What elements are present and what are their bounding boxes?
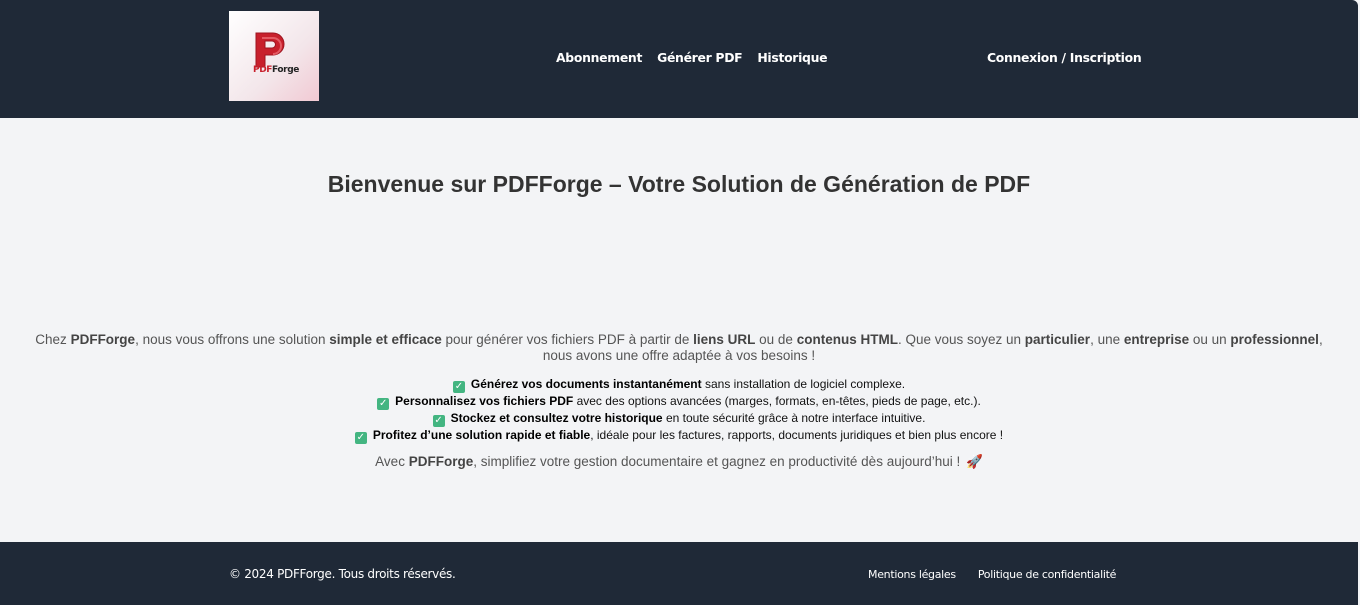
logo-wordmark: PDFForge: [253, 65, 299, 75]
feature-title: Stockez et consultez votre historique: [450, 411, 663, 425]
feature-text: en toute sécurité grâce à notre interfac…: [662, 411, 926, 425]
intro-paragraph: Chez PDFForge, nous vous offrons une sol…: [30, 332, 1328, 364]
feature-title: Générez vos documents instantanément: [470, 377, 702, 391]
copyright-text: © 2024 PDFForge. Tous droits réservés.: [229, 567, 456, 581]
footer-link-mentions-legales[interactable]: Mentions légales: [868, 568, 956, 581]
intro-text: . Que vous soyez un: [897, 332, 1025, 347]
intro-text: , une: [1090, 332, 1124, 347]
feature-list: ✓ Générez vos documents instantanément sa…: [0, 376, 1358, 444]
feature-text: , idéale pour les factures, rapports, do…: [590, 428, 1004, 442]
feature-item: ✓ Personnalisez vos fichiers PDF avec des…: [0, 393, 1358, 410]
rocket-icon: 🚀: [966, 454, 983, 469]
intro-text: ou un: [1189, 332, 1231, 347]
nav-item-generer-pdf[interactable]: Générer PDF: [657, 50, 743, 65]
check-mark-icon: ✓: [432, 415, 445, 427]
main-nav: Abonnement Générer PDF Historique: [556, 50, 828, 65]
closing-text: , simplifiez votre gestion documentaire …: [473, 454, 964, 469]
check-mark-icon: ✓: [354, 432, 367, 444]
feature-item: ✓ Générez vos documents instantanément sa…: [0, 376, 1358, 393]
closing-paragraph: Avec PDFForge, simplifiez votre gestion …: [0, 454, 1358, 470]
site-footer: © 2024 PDFForge. Tous droits réservés. M…: [0, 542, 1358, 605]
site-logo[interactable]: PDFForge: [229, 11, 319, 101]
check-mark-icon: ✓: [377, 398, 390, 410]
login-register-link[interactable]: Connexion / Inscription: [987, 50, 1142, 65]
intro-text: , nous vous offrons une solution: [135, 332, 330, 347]
logo-text-forge: Forge: [272, 65, 299, 75]
check-mark-icon: ✓: [452, 381, 465, 393]
intro-text: pour générer vos fichiers PDF à partir d…: [441, 332, 694, 347]
nav-item-historique[interactable]: Historique: [757, 50, 827, 65]
nav-item-abonnement[interactable]: Abonnement: [556, 50, 642, 65]
intro-emphasis: simple et efficace: [329, 332, 442, 347]
footer-link-politique-confidentialite[interactable]: Politique de confidentialité: [978, 568, 1117, 581]
intro-emphasis: entreprise: [1123, 332, 1190, 347]
feature-title: Profitez d’une solution rapide et fiable: [372, 428, 591, 442]
feature-text: avec des options avancées (marges, forma…: [573, 394, 981, 408]
site-header: PDFForge Abonnement Générer PDF Historiq…: [0, 0, 1358, 118]
feature-text: sans installation de logiciel complexe.: [701, 377, 906, 391]
feature-title: Personnalisez vos fichiers PDF: [395, 394, 574, 408]
intro-emphasis: contenus HTML: [796, 332, 898, 347]
intro-brand: PDFForge: [70, 332, 136, 347]
footer-links: Mentions légales Politique de confidenti…: [868, 568, 1116, 581]
intro-text: Chez: [35, 332, 71, 347]
feature-item: ✓ Stockez et consultez votre historique e…: [0, 410, 1358, 427]
closing-brand: PDFForge: [408, 454, 474, 469]
pdf-forge-logo-icon: [255, 32, 285, 68]
feature-item: ✓ Profitez d’une solution rapide et fiabl…: [0, 427, 1358, 444]
logo-text-pdf: PDF: [253, 65, 273, 75]
intro-emphasis: particulier: [1024, 332, 1091, 347]
intro-emphasis: liens URL: [693, 332, 756, 347]
intro-emphasis: professionnel: [1230, 332, 1319, 347]
page-title: Bienvenue sur PDFForge – Votre Solution …: [327, 171, 1031, 197]
intro-text: ou de: [755, 332, 797, 347]
closing-text: Avec: [375, 454, 409, 469]
